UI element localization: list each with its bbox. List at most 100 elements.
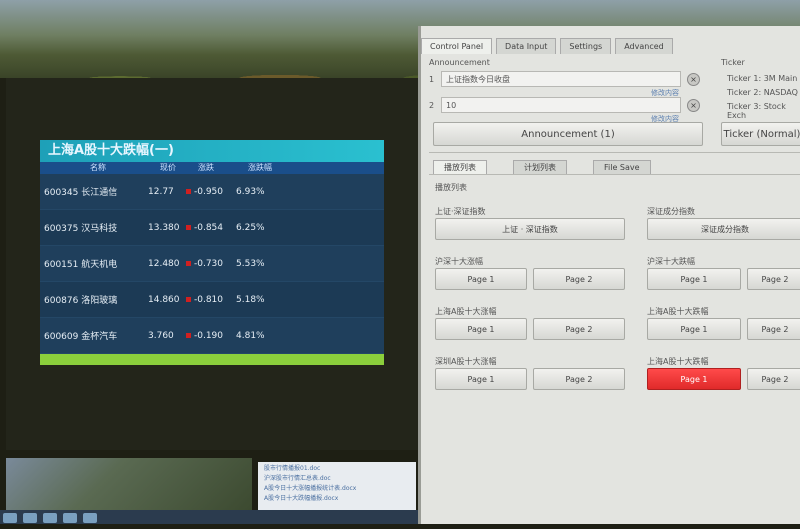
tab-data-input[interactable]: Data Input bbox=[496, 38, 557, 54]
section-label: 上海A股十大涨幅 bbox=[435, 307, 497, 316]
row-change-value: -0.190 bbox=[194, 330, 224, 341]
page-1-button[interactable]: Page 1 bbox=[647, 318, 741, 340]
announcement-field-1[interactable]: 上证指数今日收盘 bbox=[441, 71, 681, 87]
row-change: -0.810 bbox=[186, 295, 236, 305]
tab-playlist[interactable]: 播放列表 bbox=[433, 160, 487, 175]
field2-prefix: 2 bbox=[429, 101, 435, 110]
row-change-value: -0.950 bbox=[194, 186, 224, 197]
table-row: 600609 金杯汽车 3.760 -0.190 4.81% bbox=[40, 318, 384, 354]
tab-advanced[interactable]: Advanced bbox=[615, 38, 673, 54]
index-sz-button[interactable]: 深证成分指数 bbox=[647, 218, 800, 240]
table-row: 600375 汉马科技 13.380 -0.854 6.25% bbox=[40, 210, 384, 246]
down-marker-icon bbox=[186, 225, 191, 230]
page-2-button[interactable]: Page 2 bbox=[533, 368, 625, 390]
taskbar-app-icon[interactable] bbox=[23, 513, 37, 523]
row-pct: 6.93% bbox=[236, 186, 265, 197]
row-change-value: -0.730 bbox=[194, 258, 224, 269]
taskbar bbox=[0, 510, 420, 524]
table-row: 600876 洛阳玻璃 14.860 -0.810 5.18% bbox=[40, 282, 384, 318]
tab-file-save[interactable]: File Save bbox=[593, 160, 651, 175]
row-price: 14.860 bbox=[148, 294, 180, 305]
page-1-button[interactable]: Page 1 bbox=[435, 368, 527, 390]
announcement-label: Announcement bbox=[429, 58, 490, 67]
page-1-button[interactable]: Page 1 bbox=[435, 268, 527, 290]
header-price: 现价 bbox=[160, 163, 176, 172]
page-1-button[interactable]: Page 1 bbox=[435, 318, 527, 340]
page-2-button[interactable]: Page 2 bbox=[533, 318, 625, 340]
announcement-field-2[interactable]: 10 bbox=[441, 97, 681, 113]
ticker-item: Ticker 1: 3M Main bbox=[727, 74, 798, 83]
row-change: -0.854 bbox=[186, 223, 236, 233]
page-2-button[interactable]: Page 2 bbox=[533, 268, 625, 290]
section-label: 上证·深证指数 bbox=[435, 207, 486, 216]
tab-schedule[interactable]: 计划列表 bbox=[513, 160, 567, 175]
row-change: -0.950 bbox=[186, 187, 236, 197]
row-change: -0.730 bbox=[186, 259, 236, 269]
row-pct: 6.25% bbox=[236, 222, 265, 233]
down-marker-icon bbox=[186, 261, 191, 266]
row-pct: 4.81% bbox=[236, 330, 265, 341]
page-1-button-active[interactable]: Page 1 bbox=[647, 368, 741, 390]
tab-settings[interactable]: Settings bbox=[560, 38, 612, 54]
divider bbox=[429, 152, 800, 153]
document-list: 股市行情播报01.doc 沪深股市行情汇总表.doc A股今日十大涨幅播报统计表… bbox=[258, 462, 416, 510]
row-price: 12.480 bbox=[148, 258, 180, 269]
section-label: 上海A股十大跌幅 bbox=[647, 357, 709, 366]
document-item[interactable]: A股今日十大涨幅播报统计表.docx bbox=[264, 484, 410, 494]
start-icon[interactable] bbox=[3, 513, 17, 523]
page-2-button[interactable]: Page 2 bbox=[747, 268, 800, 290]
scoreboard-rows: 600345 长江通信 12.77 -0.950 6.93% 600375 汉马… bbox=[40, 174, 384, 354]
control-panel: Control Panel Data Input Settings Advanc… bbox=[418, 26, 800, 524]
row-name: 600609 金杯汽车 bbox=[44, 332, 118, 342]
table-row: 600151 航天机电 12.480 -0.730 5.53% bbox=[40, 246, 384, 282]
document-item[interactable]: 股市行情播报01.doc bbox=[264, 464, 410, 474]
announcement-button[interactable]: Announcement (1) bbox=[433, 122, 703, 146]
divider bbox=[429, 174, 800, 175]
row-pct: 5.53% bbox=[236, 258, 265, 269]
row-name: 600151 航天机电 bbox=[44, 260, 118, 270]
row-change-value: -0.810 bbox=[194, 294, 224, 305]
playlist-label: 播放列表 bbox=[435, 183, 467, 192]
taskbar-app-icon[interactable] bbox=[43, 513, 57, 523]
row-change-value: -0.854 bbox=[194, 222, 224, 233]
taskbar-app-icon[interactable] bbox=[63, 513, 77, 523]
row-price: 3.760 bbox=[148, 330, 174, 341]
tab-control-panel[interactable]: Control Panel bbox=[421, 38, 493, 54]
row-price: 12.77 bbox=[148, 186, 174, 197]
section-label: 深圳A股十大涨幅 bbox=[435, 357, 497, 366]
page-2-button[interactable]: Page 2 bbox=[747, 318, 800, 340]
header-change: 涨跌 bbox=[198, 163, 214, 172]
index-sh-sz-button[interactable]: 上证 · 深证指数 bbox=[435, 218, 625, 240]
page-2-button[interactable]: Page 2 bbox=[747, 368, 800, 390]
header-pct: 涨跌幅 bbox=[248, 163, 272, 172]
scoreboard-title: 上海A股十大跌幅(一) bbox=[40, 140, 384, 162]
down-marker-icon bbox=[186, 189, 191, 194]
panel-tabs: Control Panel Data Input Settings Advanc… bbox=[421, 38, 677, 54]
scoreboard-footer-bar bbox=[40, 354, 384, 365]
row-name: 600345 长江通信 bbox=[44, 188, 118, 198]
clear-field-2-button[interactable]: × bbox=[687, 99, 700, 112]
row-price: 13.380 bbox=[148, 222, 180, 233]
table-row: 600345 长江通信 12.77 -0.950 6.93% bbox=[40, 174, 384, 210]
section-label: 上海A股十大跌幅 bbox=[647, 307, 709, 316]
document-item[interactable]: A股今日十大跌幅播报.docx bbox=[264, 494, 410, 504]
section-label: 沪深十大跌幅 bbox=[647, 257, 695, 266]
ticker-label: Ticker bbox=[721, 58, 745, 67]
ticker-item: Ticker 2: NASDAQ bbox=[727, 88, 798, 97]
clear-field-1-button[interactable]: × bbox=[687, 73, 700, 86]
scoreboard: 上海A股十大跌幅(一) 名称 现价 涨跌 涨跌幅 600345 长江通信 12.… bbox=[40, 140, 384, 365]
row-name: 600876 洛阳玻璃 bbox=[44, 296, 118, 306]
down-marker-icon bbox=[186, 333, 191, 338]
document-item[interactable]: 沪深股市行情汇总表.doc bbox=[264, 474, 410, 484]
taskbar-app-icon[interactable] bbox=[83, 513, 97, 523]
row-pct: 5.18% bbox=[236, 294, 265, 305]
ticker-item: Ticker 3: Stock Exch bbox=[727, 102, 786, 120]
field1-prefix: 1 bbox=[429, 75, 435, 84]
section-label: 深证成分指数 bbox=[647, 207, 695, 216]
ticker-button[interactable]: Ticker (Normal) bbox=[721, 122, 800, 146]
preview-thumbnail[interactable] bbox=[6, 458, 252, 510]
page-1-button[interactable]: Page 1 bbox=[647, 268, 741, 290]
section-label: 沪深十大涨幅 bbox=[435, 257, 483, 266]
row-change: -0.190 bbox=[186, 331, 236, 341]
down-marker-icon bbox=[186, 297, 191, 302]
